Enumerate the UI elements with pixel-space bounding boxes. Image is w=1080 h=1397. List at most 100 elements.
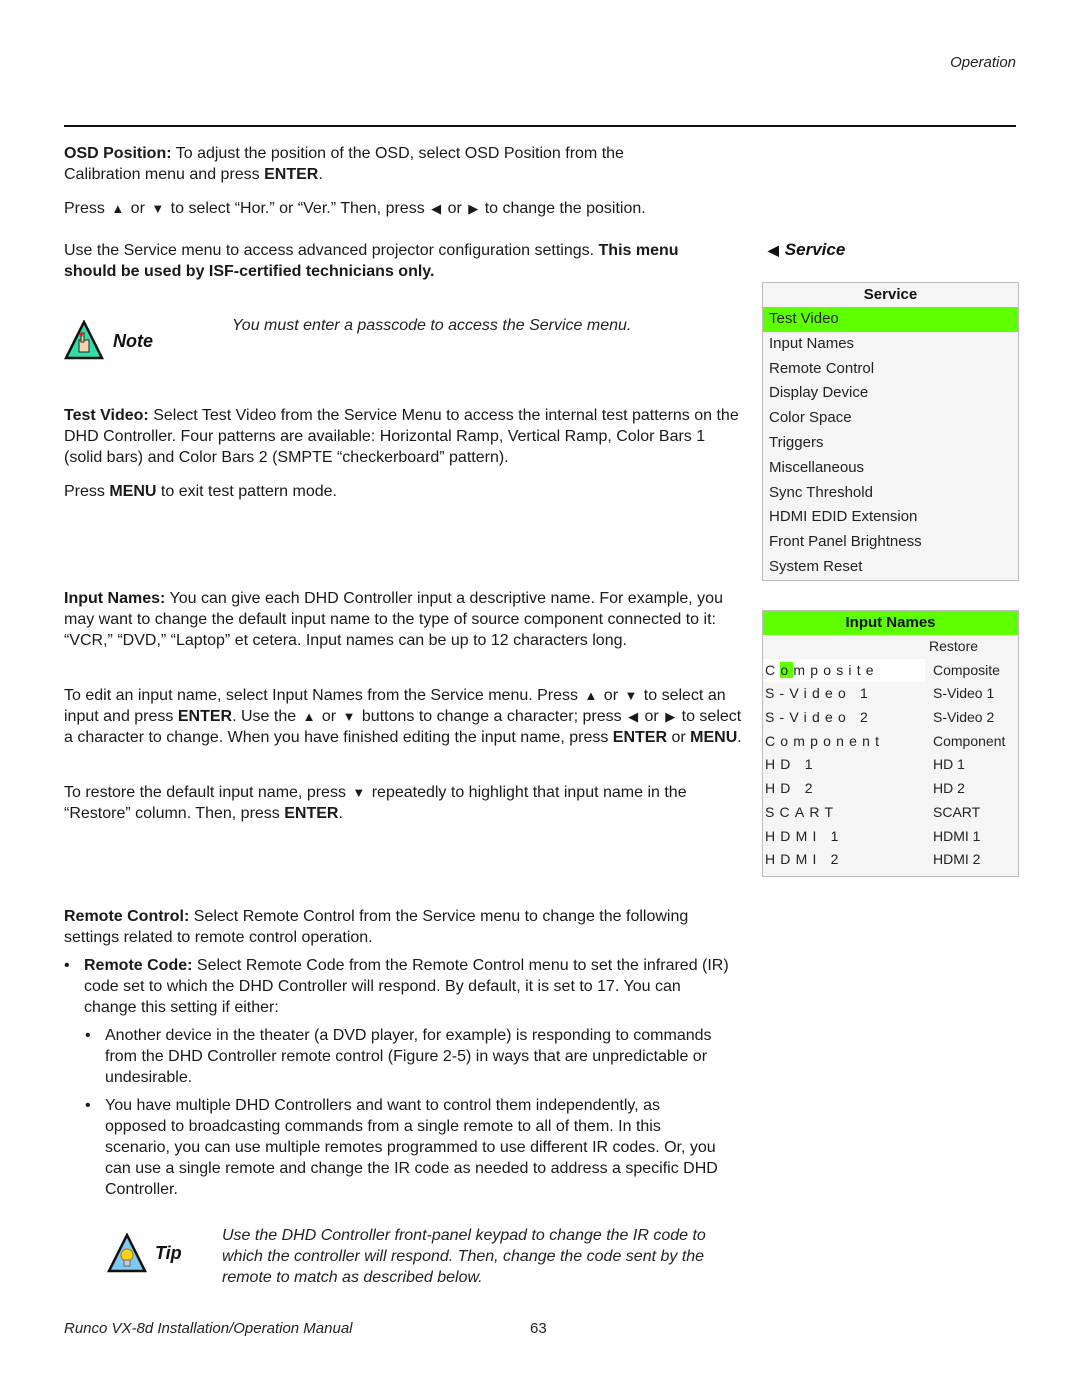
text: You have multiple DHD Controllers and wa… (105, 1097, 718, 1198)
input-name-row[interactable]: Composite Composite (763, 658, 1018, 683)
running-header-section: Operation (950, 54, 1016, 71)
text: to change the position. (480, 200, 646, 217)
input-name-row[interactable]: SCART SCART (763, 801, 1018, 825)
menu-key: MENU (109, 483, 157, 500)
input-names-label: Input Names: (64, 590, 166, 607)
input-name-row[interactable]: HD 2 HD 2 (763, 777, 1018, 801)
restore-value[interactable]: HD 2 (933, 777, 965, 801)
input-name-row[interactable]: HDMI 2 HDMI 2 (763, 848, 1018, 872)
tip-text: Use the DHD Controller front-panel keypa… (222, 1227, 706, 1286)
service-menu-item[interactable]: Triggers (763, 431, 1018, 456)
service-menu-item[interactable]: Front Panel Brightness (763, 530, 1018, 555)
input-name-field[interactable]: HD 2 (765, 777, 818, 801)
service-menu: Service Test Video Input Names Remote Cont… (762, 282, 1019, 581)
text: Another device in the theater (a DVD pla… (105, 1027, 712, 1086)
sub-bullet-item: • You have multiple DHD Controllers and … (85, 1095, 725, 1200)
text: or (317, 708, 341, 725)
text: Select Test Video from the Service Menu … (64, 407, 739, 466)
osd-position-label: OSD Position: (64, 145, 172, 162)
service-intro-paragraph: Use the Service menu to access advanced … (64, 240, 734, 282)
down-arrow-icon: ▼ (352, 785, 366, 800)
input-name-field[interactable]: Component (765, 730, 884, 754)
up-arrow-icon: ▲ (302, 709, 316, 724)
text: or (640, 708, 664, 725)
input-name-char: p (810, 661, 824, 678)
tip-lightbulb-icon (106, 1232, 148, 1273)
service-menu-item[interactable]: HDMI EDID Extension (763, 505, 1018, 530)
note-text: You must enter a passcode to access the … (232, 317, 632, 334)
service-menu-item[interactable]: Color Space (763, 406, 1018, 431)
input-name-char: m (793, 661, 811, 678)
text: To restore the default input name, press (64, 784, 351, 801)
header-rule (64, 125, 1016, 127)
service-menu-item[interactable]: System Reset (763, 555, 1018, 580)
input-name-field[interactable]: SCART (765, 801, 838, 825)
input-name-field[interactable]: S-Video 1 (765, 682, 873, 706)
down-arrow-icon: ▼ (342, 709, 356, 724)
input-name-char: o (823, 661, 837, 678)
down-arrow-icon: ▼ (151, 201, 165, 216)
input-name-char: i (848, 661, 857, 678)
input-name-row[interactable]: S-Video 1 S-Video 1 (763, 682, 1018, 706)
tip-label: Tip (155, 1243, 182, 1263)
enter-key: ENTER (612, 729, 668, 746)
text: or (443, 200, 467, 217)
right-arrow-icon: ▶ (665, 709, 676, 724)
input-name-field[interactable]: Composite (763, 658, 925, 683)
input-name-field[interactable]: HDMI 1 (765, 825, 844, 849)
restore-value[interactable]: HD 1 (933, 753, 965, 777)
text: . (737, 729, 742, 746)
text: . Use the (232, 708, 301, 725)
input-names-menu-title: Input Names (763, 611, 1018, 635)
text: or (599, 687, 623, 704)
input-name-row[interactable]: HD 1 HD 1 (763, 753, 1018, 777)
restore-value[interactable]: Component (933, 730, 1005, 754)
restore-column-header: Restore (929, 638, 979, 654)
restore-value[interactable]: Composite (933, 659, 1000, 683)
restore-value[interactable]: S-Video 1 (933, 682, 994, 706)
service-menu-item[interactable]: Remote Control (763, 357, 1018, 382)
text: buttons to change a character; press (357, 708, 627, 725)
up-arrow-icon: ▲ (111, 201, 125, 216)
osd-position-paragraph: OSD Position: To adjust the position of … (64, 143, 704, 185)
right-arrow-icon: ▶ (468, 201, 479, 216)
punct: . (318, 166, 323, 183)
press-menu-paragraph: Press MENU to exit test pattern mode. (64, 481, 740, 502)
footer-page-number: 63 (530, 1320, 547, 1337)
text: To edit an input name, select Input Name… (64, 687, 583, 704)
edit-input-paragraph: To edit an input name, select Input Name… (64, 685, 744, 748)
footer-manual-title: Runco VX-8d Installation/Operation Manua… (64, 1320, 353, 1337)
bullet-icon: • (85, 1027, 91, 1044)
input-name-row[interactable]: S-Video 2 S-Video 2 (763, 706, 1018, 730)
input-name-field[interactable]: HDMI 2 (765, 848, 844, 872)
text: Press (64, 200, 110, 217)
service-menu-item[interactable]: Input Names (763, 332, 1018, 357)
service-menu-title: Service (863, 286, 918, 303)
service-menu-item[interactable]: Display Device (763, 381, 1018, 406)
left-arrow-icon: ◀ (628, 709, 639, 724)
restore-value[interactable]: S-Video 2 (933, 706, 994, 730)
left-arrow-icon: ◀ (431, 201, 442, 216)
bullet-icon: • (85, 1097, 91, 1114)
input-name-field[interactable]: HD 1 (765, 753, 818, 777)
input-name-field[interactable]: S-Video 2 (765, 706, 873, 730)
restore-value[interactable]: SCART (933, 801, 980, 825)
input-name-row[interactable]: HDMI 1 HDMI 1 (763, 825, 1018, 849)
bullet-icon: • (64, 957, 70, 974)
note-icon (63, 319, 105, 360)
service-menu-item[interactable]: Miscellaneous (763, 456, 1018, 481)
enter-key: ENTER (264, 166, 319, 183)
input-name-char: C (765, 661, 781, 678)
menu-key: MENU (690, 729, 738, 746)
osd-press-paragraph: Press ▲ or ▼ to select “Hor.” or “Ver.” … (64, 198, 740, 219)
service-menu-item[interactable]: Sync Threshold (763, 481, 1018, 506)
text: to exit test pattern mode. (156, 483, 337, 500)
service-menu-item[interactable]: Test Video (763, 307, 1018, 332)
input-name-row[interactable]: Component Component (763, 730, 1018, 754)
restore-value[interactable]: HDMI 2 (933, 848, 980, 872)
restore-value[interactable]: HDMI 1 (933, 825, 980, 849)
text: to select “Hor.” or “Ver.” Then, press (166, 200, 430, 217)
text: Use the Service menu to access advanced … (64, 242, 599, 259)
edit-cursor: o (780, 661, 794, 678)
test-video-paragraph: Test Video: Select Test Video from the S… (64, 405, 740, 468)
